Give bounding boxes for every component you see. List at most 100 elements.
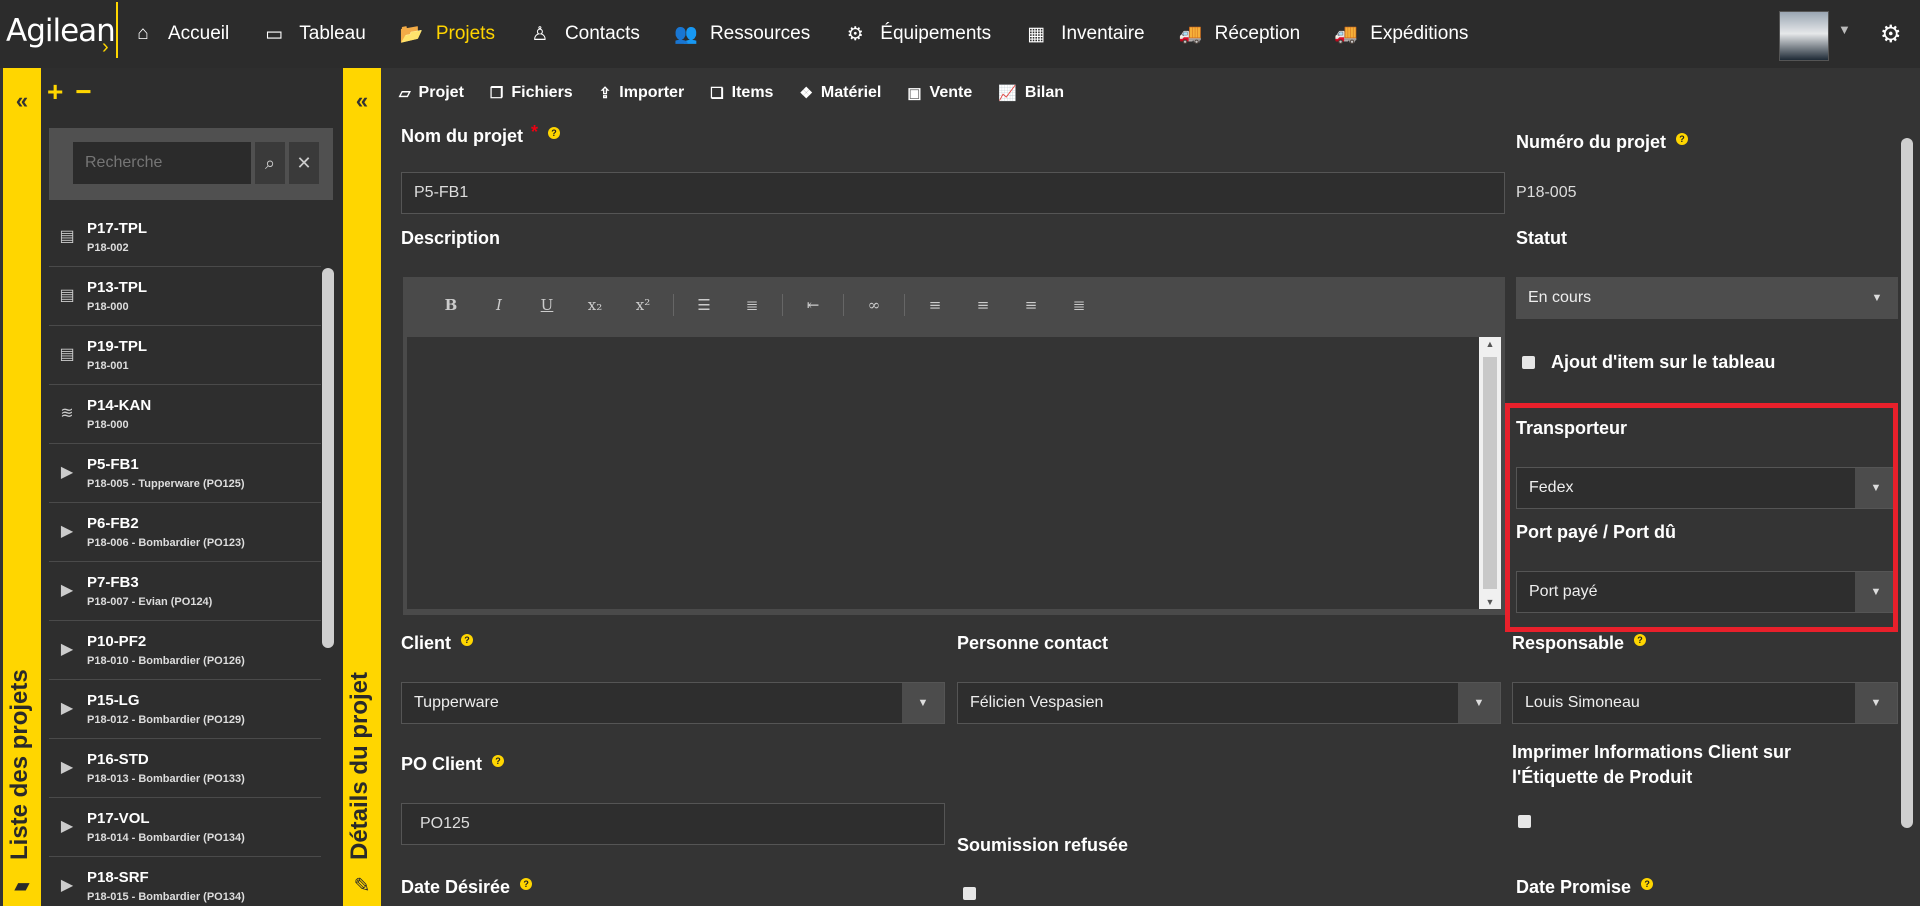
list-item[interactable]: ▤ P19-TPL P18-001 [49, 326, 321, 385]
help-icon[interactable]: ? [520, 878, 533, 890]
list-item[interactable]: ▶ P15-LG P18-012 - Bombardier (PO129) [49, 680, 321, 739]
caret-down-icon[interactable]: ▼ [1838, 22, 1851, 37]
add-item-checkbox[interactable] [1522, 356, 1535, 369]
list-item[interactable]: ≋ P14-KAN P18-000 [49, 385, 321, 444]
help-icon[interactable]: ? [1634, 634, 1647, 646]
tab-vente[interactable]: ▣ Vente [907, 84, 972, 102]
nav-item-tableau[interactable]: ▭ Tableau [263, 23, 366, 46]
justify-icon[interactable]: ≣ [1055, 296, 1103, 314]
project-name: P10-PF2 [87, 633, 147, 650]
nav-item-inventaire[interactable]: ▦ Inventaire [1025, 23, 1144, 46]
tab-importer[interactable]: ⇪ Importer [599, 84, 684, 102]
search-input[interactable] [73, 142, 251, 184]
list-item[interactable]: ▶ P17-VOL P18-014 - Bombardier (PO134) [49, 798, 321, 857]
po-input[interactable]: PO125 [401, 803, 945, 845]
list-item[interactable]: ▶ P7-FB3 P18-007 - Evian (PO124) [49, 562, 321, 621]
tab-label: Bilan [1024, 84, 1065, 101]
collapse-details-icon[interactable]: « [343, 88, 381, 114]
clear-search-icon[interactable]: ✕ [289, 142, 319, 184]
user-avatar[interactable] [1779, 11, 1829, 61]
play-icon[interactable]: ▶ [55, 698, 79, 718]
status-label: Statut [1516, 228, 1567, 248]
editor-scrollbar[interactable]: ▲ ▼ [1479, 337, 1501, 609]
description-textarea[interactable] [407, 337, 1479, 609]
list-item[interactable]: ▶ P16-STD P18-013 - Bombardier (PO133) [49, 739, 321, 798]
tab-fichiers[interactable]: ❐ Fichiers [490, 84, 573, 102]
list-item[interactable]: ▶ P10-PF2 P18-010 - Bombardier (PO126) [49, 621, 321, 680]
client-label: Client? [401, 633, 474, 654]
collapse-left-icon[interactable]: « [3, 88, 41, 114]
tab-projet[interactable]: ▱ Projet [399, 84, 464, 102]
gear-icon[interactable]: ⚙ [1880, 20, 1902, 49]
nav-item-contacts[interactable]: ♙ Contacts [529, 23, 640, 46]
list-item[interactable]: ▶ P18-SRF P18-015 - Bombardier (PO134) [49, 857, 321, 906]
chevron-down-icon: ▼ [1871, 292, 1883, 304]
scroll-down-icon[interactable]: ▼ [1479, 597, 1501, 607]
search-icon[interactable]: ⌕ [255, 142, 285, 184]
nav-item-projets[interactable]: 📂 Projets [400, 22, 495, 46]
help-icon[interactable]: ? [1641, 878, 1654, 890]
play-icon[interactable]: ▶ [55, 580, 79, 600]
nav-item-accueil[interactable]: ⌂ Accueil [132, 23, 229, 45]
project-name: P17-VOL [87, 810, 150, 827]
project-name-label: Nom du projet *? [401, 122, 561, 147]
scroll-up-icon[interactable]: ▲ [1479, 339, 1501, 349]
help-icon[interactable]: ? [492, 755, 505, 767]
tab-materiel[interactable]: ❖ Matériel [799, 84, 881, 102]
project-list-scrollbar[interactable] [322, 268, 334, 648]
agilean-logo[interactable]: Agilean › [4, 2, 118, 58]
monitor-icon: ▭ [265, 23, 284, 45]
details-scrollbar[interactable] [1901, 138, 1913, 828]
align-right-icon[interactable]: ≡ [1007, 296, 1055, 314]
align-left-icon[interactable]: ≡ [911, 296, 959, 314]
align-center-icon[interactable]: ≡ [959, 296, 1007, 314]
project-subtitle: P18-007 - Evian (PO124) [87, 596, 213, 608]
help-icon[interactable]: ? [1676, 133, 1689, 145]
chevron-down-icon: ▼ [1855, 683, 1897, 723]
contact-select[interactable]: Félicien Vespasien ▼ [957, 682, 1501, 724]
play-icon[interactable]: ▶ [55, 462, 79, 482]
nav-label: Accueil [168, 23, 230, 44]
rejected-checkbox[interactable] [963, 887, 976, 900]
client-value: Tupperware [414, 694, 499, 711]
play-icon[interactable]: ▶ [55, 521, 79, 541]
manager-label: Responsable? [1512, 633, 1647, 654]
remove-project-button[interactable]: − [75, 76, 91, 107]
underline-icon[interactable]: U [523, 296, 571, 314]
list-item[interactable]: ▶ P5-FB1 P18-005 - Tupperware (PO125) [49, 444, 321, 503]
list-item[interactable]: ▤ P13-TPL P18-000 [49, 267, 321, 326]
tab-label: Projet [418, 84, 464, 101]
play-icon[interactable]: ▶ [55, 639, 79, 659]
bold-icon[interactable]: B [427, 296, 475, 314]
nav-item-reception[interactable]: 🚚 Réception [1179, 22, 1301, 46]
editor-scroll-thumb[interactable] [1483, 357, 1497, 589]
person-icon: ♙ [531, 23, 549, 45]
nav-item-ressources[interactable]: 👥 Ressources [674, 22, 810, 46]
play-icon[interactable]: ▶ [55, 816, 79, 836]
nav-item-expeditions[interactable]: 🚚 Expéditions [1334, 22, 1468, 46]
bullet-list-icon[interactable]: ☰ [680, 296, 728, 314]
list-item[interactable]: ▶ P6-FB2 P18-006 - Bombardier (PO123) [49, 503, 321, 562]
link-icon[interactable]: ∞ [850, 296, 898, 314]
client-select[interactable]: Tupperware ▼ [401, 682, 945, 724]
play-icon[interactable]: ▶ [55, 757, 79, 777]
toolbar-separator [782, 293, 783, 316]
chart-line-icon: 📈 [998, 85, 1017, 102]
tab-bilan[interactable]: 📈 Bilan [998, 84, 1064, 102]
italic-icon[interactable]: I [475, 296, 523, 314]
nav-item-equipements[interactable]: ⚙ Équipements [844, 23, 991, 46]
numbered-list-icon[interactable]: ≣ [728, 296, 776, 314]
project-name-input[interactable]: P5-FB1 [401, 172, 1505, 214]
status-select[interactable]: En cours ▼ [1516, 277, 1898, 319]
list-item[interactable]: ▤ P17-TPL P18-002 [49, 208, 321, 267]
play-icon[interactable]: ▶ [55, 875, 79, 895]
superscript-icon[interactable]: x² [619, 296, 667, 314]
manager-select[interactable]: Louis Simoneau ▼ [1512, 682, 1898, 724]
help-icon[interactable]: ? [548, 127, 561, 139]
subscript-icon[interactable]: x₂ [571, 296, 619, 314]
outdent-icon[interactable]: ⇤ [789, 296, 837, 314]
add-project-button[interactable]: + [47, 76, 63, 107]
help-icon[interactable]: ? [461, 634, 474, 646]
tab-items[interactable]: ❏ Items [710, 84, 773, 102]
print-info-checkbox[interactable] [1518, 815, 1531, 828]
